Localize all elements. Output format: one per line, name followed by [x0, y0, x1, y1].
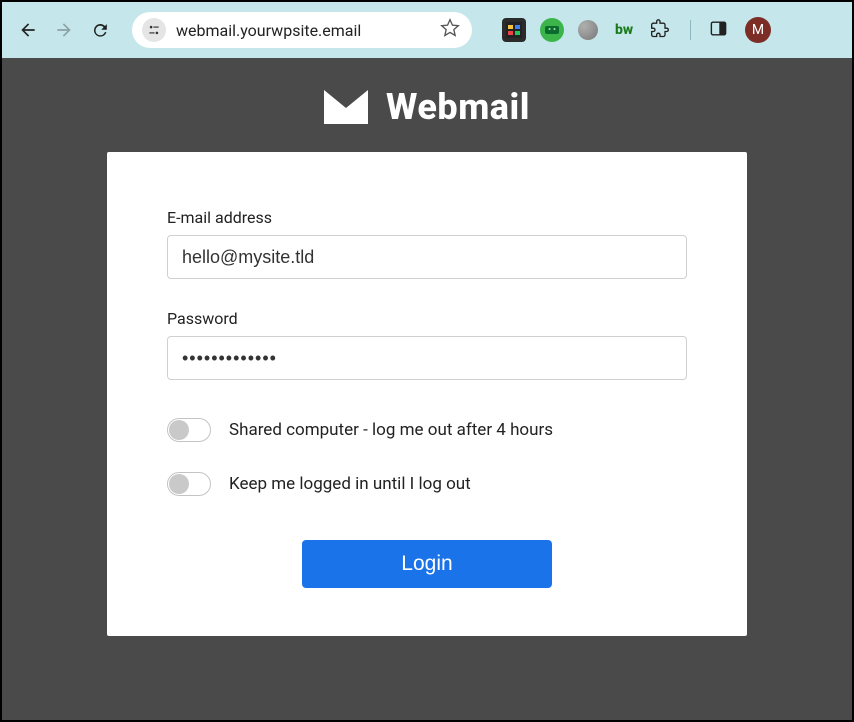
forward-button[interactable]: [52, 18, 76, 42]
star-icon: [440, 18, 460, 38]
shared-computer-toggle[interactable]: [167, 418, 211, 442]
extension-icon-3[interactable]: [578, 20, 598, 40]
login-button[interactable]: Login: [302, 540, 552, 588]
profile-avatar[interactable]: M: [745, 17, 771, 43]
toolbar-divider: [690, 20, 691, 40]
password-field[interactable]: [167, 336, 687, 380]
keep-logged-row: Keep me logged in until I log out: [167, 472, 687, 496]
arrow-left-icon: [18, 20, 38, 40]
back-button[interactable]: [16, 18, 40, 42]
brand-title: Webmail: [386, 86, 530, 128]
toggle-knob: [169, 420, 189, 440]
keep-logged-label: Keep me logged in until I log out: [229, 474, 471, 494]
reload-icon: [91, 21, 110, 40]
mail-icon: [324, 90, 368, 124]
extension-icon-1[interactable]: [502, 18, 526, 42]
site-settings-icon[interactable]: [142, 18, 166, 42]
arrow-right-icon: [54, 20, 74, 40]
browser-toolbar: webmail.yourwpsite.email bw M: [2, 2, 852, 58]
page-content: Webmail E-mail address Password Shared c…: [2, 58, 852, 720]
extensions-button[interactable]: [650, 19, 672, 41]
keep-logged-toggle[interactable]: [167, 472, 211, 496]
puzzle-icon: [650, 19, 670, 39]
side-panel-button[interactable]: [709, 19, 731, 41]
toggle-knob: [169, 474, 189, 494]
address-bar[interactable]: webmail.yourwpsite.email: [132, 12, 472, 48]
extension-icons: bw M: [502, 17, 771, 43]
reload-button[interactable]: [88, 18, 112, 42]
shared-computer-label: Shared computer - log me out after 4 hou…: [229, 420, 553, 440]
extension-icon-4[interactable]: bw: [612, 18, 636, 42]
extension-icon-2[interactable]: [540, 18, 564, 42]
brand-header: Webmail: [2, 86, 852, 128]
password-label: Password: [167, 309, 687, 328]
login-card: E-mail address Password Shared computer …: [107, 152, 747, 636]
email-label: E-mail address: [167, 208, 687, 227]
shared-computer-row: Shared computer - log me out after 4 hou…: [167, 418, 687, 442]
url-text: webmail.yourwpsite.email: [176, 21, 440, 40]
side-panel-icon: [709, 19, 728, 38]
email-field[interactable]: [167, 235, 687, 279]
bookmark-button[interactable]: [440, 18, 460, 42]
